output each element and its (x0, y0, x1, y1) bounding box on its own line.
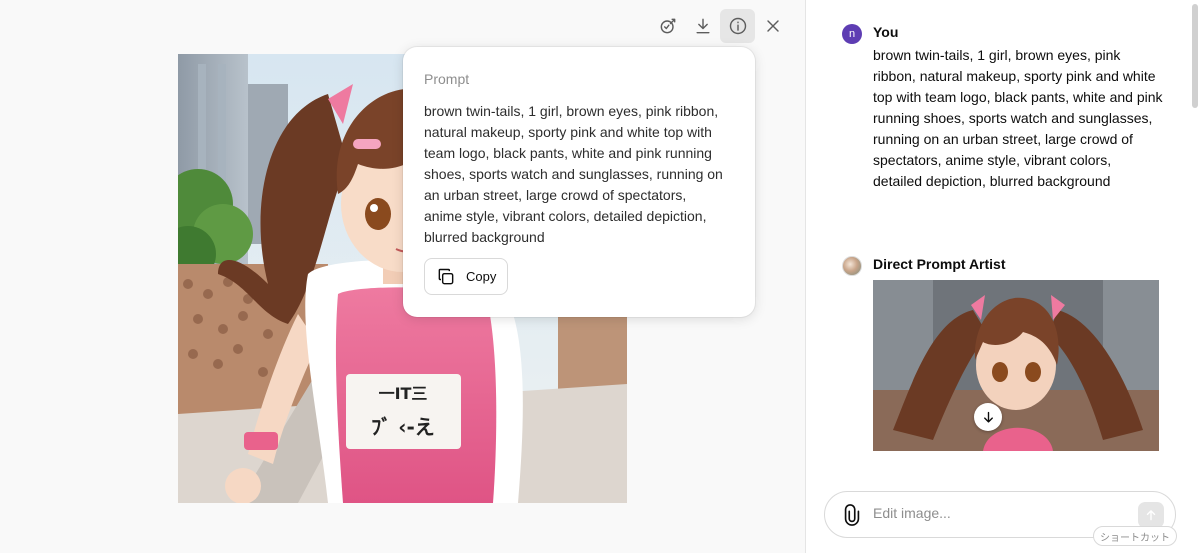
arrow-down-icon (983, 411, 993, 423)
bib-top-text: 一IT三 (379, 384, 428, 403)
bib-bottom-text: ﾌﾞ ‹-え (371, 415, 435, 439)
edit-image-button[interactable] (650, 9, 685, 43)
prompt-text: brown twin-tails, 1 girl, brown eyes, pi… (424, 103, 723, 245)
edit-image-icon (660, 18, 675, 34)
user-message-text: brown twin-tails, 1 girl, brown eyes, pi… (873, 47, 1163, 189)
download-icon (695, 18, 710, 34)
chat-panel: n You brown twin-tails, 1 girl, brown ey… (805, 0, 1200, 553)
assistant-avatar (842, 256, 862, 276)
info-button[interactable] (720, 9, 755, 43)
scrollbar[interactable] (1192, 4, 1198, 108)
image-viewer: 一IT三 ﾌﾞ ‹-え Prompt brown twin-tails, 1 g… (0, 0, 805, 553)
generated-image-thumbnail[interactable] (873, 280, 1159, 451)
copy-icon (438, 268, 454, 284)
close-button[interactable] (755, 9, 790, 43)
prompt-popover: Prompt brown twin-tails, 1 girl, brown e… (403, 47, 755, 317)
attach-button[interactable] (841, 504, 863, 526)
paperclip-icon (844, 504, 860, 526)
send-button[interactable] (1138, 502, 1164, 528)
copy-label: Copy (466, 269, 497, 284)
user-avatar: n (842, 24, 862, 44)
shortcut-hint[interactable]: ショートカット (1093, 526, 1177, 546)
thumbnail-download-button[interactable] (974, 403, 1002, 431)
thumbnail-illustration (873, 280, 1159, 451)
popover-title: Prompt (424, 71, 470, 87)
close-icon (766, 20, 779, 32)
edit-image-input[interactable] (873, 505, 1123, 521)
info-icon (729, 17, 746, 35)
user-name: You (873, 24, 899, 40)
assistant-name: Direct Prompt Artist (873, 256, 1006, 272)
download-button[interactable] (685, 9, 720, 43)
viewer-toolbar (650, 9, 790, 43)
arrow-up-icon (1146, 510, 1156, 521)
copy-button[interactable]: Copy (424, 258, 509, 295)
